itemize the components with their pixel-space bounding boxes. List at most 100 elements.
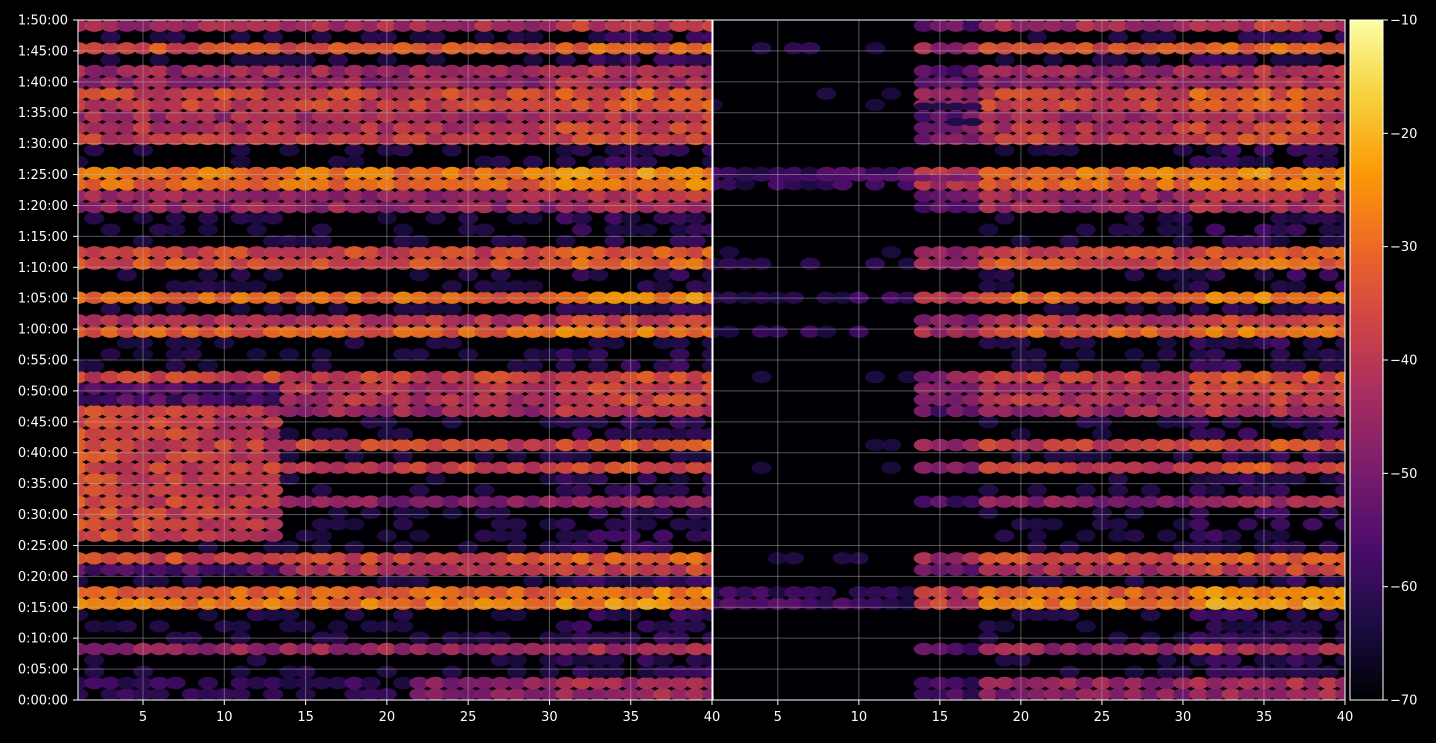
heatmap-cell bbox=[571, 427, 593, 440]
heatmap-cell bbox=[1108, 53, 1129, 66]
heatmap-cell bbox=[1027, 529, 1048, 542]
heatmap-cell bbox=[555, 518, 576, 531]
heatmap-cell bbox=[328, 302, 349, 316]
heatmap-cell bbox=[344, 450, 365, 463]
heatmap-cell bbox=[393, 620, 414, 633]
heatmap-cell bbox=[865, 257, 886, 270]
heatmap-cell bbox=[1059, 665, 1080, 678]
heatmap-cell bbox=[506, 665, 527, 678]
heatmap-cell bbox=[344, 608, 365, 622]
heatmap-cell bbox=[1302, 53, 1323, 66]
heatmap-cell bbox=[393, 608, 414, 622]
heatmap-cell bbox=[588, 506, 609, 520]
heatmap-cell bbox=[816, 87, 837, 100]
heatmap-cell bbox=[604, 336, 625, 350]
heatmap-cell bbox=[1059, 540, 1080, 554]
heatmap-cell bbox=[263, 484, 284, 497]
colorbar-tick-label: −10 bbox=[1390, 14, 1417, 29]
heatmap-cell bbox=[311, 529, 332, 542]
heatmap-cell bbox=[994, 144, 1015, 157]
heatmap-cell bbox=[181, 348, 202, 361]
heatmap-cell bbox=[1302, 620, 1323, 633]
heatmap-cell bbox=[393, 427, 414, 440]
y-tick-label: 0:50:00 bbox=[18, 384, 68, 399]
y-tick-label: 1:30:00 bbox=[18, 137, 68, 152]
heatmap-cell bbox=[230, 268, 251, 282]
heatmap-cell bbox=[523, 155, 544, 168]
heatmap-cell bbox=[279, 348, 300, 361]
heatmap-cell bbox=[816, 325, 837, 338]
heatmap-cell bbox=[1221, 529, 1242, 542]
heatmap-cell bbox=[800, 42, 821, 55]
heatmap-cell bbox=[994, 280, 1015, 293]
heatmap-cell bbox=[490, 506, 511, 520]
heatmap-cell bbox=[653, 654, 674, 667]
y-tick-label: 0:45:00 bbox=[18, 415, 68, 430]
heatmap-cell bbox=[279, 540, 300, 554]
heatmap-cell bbox=[1124, 348, 1145, 361]
heatmap-cell bbox=[263, 506, 284, 520]
heatmap-cell bbox=[994, 620, 1015, 633]
x-tick-label: 30 bbox=[1175, 710, 1192, 725]
heatmap-cell bbox=[263, 518, 284, 531]
heatmap-cell bbox=[149, 53, 170, 66]
heatmap-cell bbox=[263, 529, 284, 542]
y-tick-label: 1:00:00 bbox=[18, 323, 68, 338]
heatmap-cell bbox=[230, 30, 251, 44]
heatmap-cell bbox=[653, 506, 674, 520]
heatmap-cell bbox=[165, 223, 186, 236]
y-tick-label: 0:30:00 bbox=[18, 508, 68, 523]
heatmap-cell bbox=[1237, 302, 1258, 316]
heatmap-cell bbox=[279, 608, 300, 622]
heatmap-cell bbox=[636, 223, 658, 236]
heatmap-cell bbox=[1318, 540, 1339, 554]
heatmap-cell bbox=[669, 359, 690, 372]
heatmap-cell bbox=[425, 30, 446, 44]
heatmap-cell bbox=[994, 53, 1015, 66]
heatmap-cell bbox=[1286, 280, 1307, 293]
heatmap-cell bbox=[100, 302, 121, 316]
heatmap-cell bbox=[84, 144, 105, 157]
heatmap-cell bbox=[962, 102, 982, 111]
x-tick-label: 35 bbox=[1256, 710, 1273, 725]
heatmap-cell bbox=[994, 212, 1015, 225]
y-tick-label: 0:25:00 bbox=[18, 539, 68, 554]
heatmap-cell bbox=[669, 268, 690, 282]
heatmap-cell bbox=[165, 359, 186, 372]
colorbar-tick-label: −30 bbox=[1390, 240, 1417, 255]
heatmap-cell bbox=[881, 461, 902, 474]
heatmap-cell bbox=[1140, 608, 1161, 622]
heatmap-cell bbox=[1075, 484, 1096, 497]
x-tick-label: 15 bbox=[932, 710, 949, 725]
heatmap-cell bbox=[1237, 53, 1258, 66]
heatmap-cell bbox=[555, 53, 576, 66]
heatmap-cell bbox=[1205, 348, 1226, 361]
heatmap-cell bbox=[881, 246, 902, 259]
heatmap-cell bbox=[198, 212, 219, 225]
colorbar-tick-label: −60 bbox=[1390, 580, 1417, 595]
heatmap-cell bbox=[1205, 223, 1226, 236]
heatmap-cell bbox=[311, 484, 332, 497]
heatmap-cell bbox=[653, 280, 674, 293]
heatmap-cell bbox=[311, 540, 332, 554]
heatmap-cell bbox=[409, 529, 430, 542]
heatmap-cell bbox=[1302, 518, 1323, 531]
heatmap-cell bbox=[409, 484, 430, 497]
heatmap-cell bbox=[263, 302, 284, 316]
heatmap-cell bbox=[344, 336, 365, 350]
heatmap-cell bbox=[1189, 302, 1210, 316]
x-tick-label: 40 bbox=[1337, 710, 1354, 725]
heatmap-cell bbox=[978, 223, 999, 236]
heatmap-cell bbox=[816, 586, 837, 599]
heatmap-cell bbox=[1302, 654, 1323, 667]
y-tick-label: 1:05:00 bbox=[18, 292, 68, 307]
heatmap-cell bbox=[1124, 529, 1145, 542]
heatmap-cell bbox=[1027, 484, 1048, 497]
heatmap-cell bbox=[865, 42, 886, 55]
x-tick-label: 10 bbox=[216, 710, 233, 725]
heatmap-cell bbox=[669, 484, 690, 497]
heatmap-cell bbox=[1075, 336, 1096, 350]
heatmap-cell bbox=[1108, 484, 1129, 497]
heatmap-cell bbox=[653, 30, 674, 44]
heatmap-cell bbox=[1237, 427, 1258, 440]
